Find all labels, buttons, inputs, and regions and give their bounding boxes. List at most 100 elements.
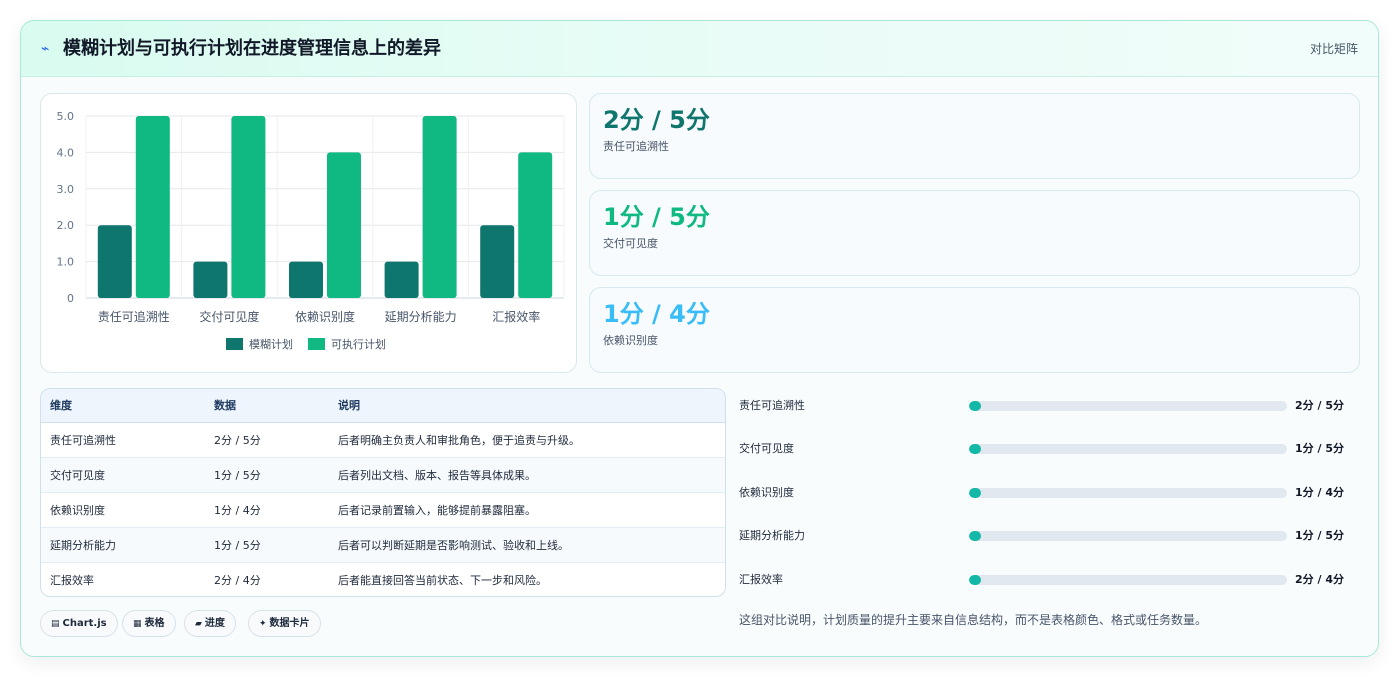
tag-table[interactable]: ▦ 表格: [122, 610, 176, 637]
table-header-row: 维度 数据 说明: [41, 389, 725, 423]
tag-label: 数据卡片: [269, 618, 310, 629]
table-cell: 1分 / 4分: [205, 492, 329, 528]
tag-label: 进度: [204, 618, 225, 629]
progress-label: 交付可见度: [739, 442, 794, 455]
comparison-table: 维度 数据 说明 责任可追溯性 2分 / 5分 后者明确主负责人和审批角色，便于…: [41, 389, 725, 596]
table-cell: 交付可见度: [41, 457, 205, 493]
bar-fuzzy: [97, 225, 132, 298]
y-tick-label: 4.0: [57, 146, 75, 159]
progress-fill: [969, 575, 981, 585]
stat-card-accountability: 2分 / 5分 责任可追溯性: [589, 93, 1360, 179]
table-cell: 后者列出文档、版本、报告等具体成果。: [329, 457, 725, 493]
tag-data-cards[interactable]: ✦ 数据卡片: [248, 610, 321, 637]
comparison-panel: ⌁ 模糊计划与可执行计划在进度管理信息上的差异 对比矩阵 0 1.0 2.0 3.0 4…: [20, 20, 1379, 657]
table-cell: 1分 / 5分: [205, 527, 329, 563]
stat-label: 依赖识别度: [603, 334, 658, 347]
bar-fuzzy: [384, 261, 419, 298]
progress-fill: [969, 444, 981, 454]
table-row: 依赖识别度 1分 / 4分 后者记录前置输入，能够提前暴露阻塞。: [41, 492, 725, 528]
summary-note: 这组对比说明，计划质量的提升主要来自信息结构，而不是表格颜色、格式或任务数量。: [739, 613, 1208, 627]
legend-label: 可执行计划: [331, 337, 386, 351]
table-cell: 1分 / 5分: [205, 457, 329, 493]
progress-track: [969, 401, 1287, 411]
table-row: 延期分析能力 1分 / 5分 后者可以判断延期是否影响测试、验收和上线。: [41, 527, 725, 563]
table-row: 汇报效率 2分 / 4分 后者能直接回答当前状态、下一步和风险。: [41, 562, 725, 596]
progress-value: 1分 / 5分: [1295, 529, 1344, 542]
stat-value: 1分 / 5分: [603, 203, 710, 231]
progress-row: 交付可见度 1分 / 5分: [739, 439, 1359, 459]
progress-label: 汇报效率: [739, 573, 783, 586]
progress-fill: [969, 401, 981, 411]
y-tick-label: 1.0: [57, 256, 75, 269]
x-tick-label: 责任可追溯性: [98, 309, 170, 324]
legend-label: 模糊计划: [249, 337, 293, 351]
table-cell: 依赖识别度: [41, 492, 205, 528]
progress-fill: [969, 488, 981, 498]
progress-track: [969, 531, 1287, 541]
table-cell: 后者可以判断延期是否影响测试、验收和上线。: [329, 527, 725, 563]
progress-value: 1分 / 5分: [1295, 442, 1344, 455]
x-tick-label: 延期分析能力: [385, 310, 457, 324]
stat-value: 1分 / 4分: [603, 300, 710, 328]
x-tick-label: 汇报效率: [492, 309, 540, 324]
progress-value: 1分 / 4分: [1295, 486, 1344, 499]
tag-chartjs[interactable]: ▤ Chart.js: [40, 610, 118, 637]
progress-row: 汇报效率 2分 / 4分: [739, 570, 1359, 590]
panel-header: ⌁ 模糊计划与可执行计划在进度管理信息上的差异 对比矩阵: [21, 21, 1378, 77]
x-tick-label: 依赖识别度: [295, 309, 355, 324]
progress-value: 2分 / 4分: [1295, 573, 1344, 586]
chart-icon: ▤: [51, 619, 60, 629]
progress-value: 2分 / 5分: [1295, 399, 1344, 412]
table-cell: 延期分析能力: [41, 527, 205, 563]
bar-executable: [231, 116, 266, 298]
bar-fuzzy: [480, 225, 515, 298]
column-header: 说明: [329, 389, 725, 423]
legend-swatch-executable: [308, 338, 325, 350]
table-icon: ▦: [133, 619, 142, 629]
y-tick-label: 0: [67, 292, 74, 305]
bar-executable: [327, 152, 361, 298]
column-header: 维度: [41, 389, 205, 423]
progress-track: [969, 575, 1287, 585]
matrix-link[interactable]: 对比矩阵: [1310, 40, 1358, 58]
tag-label: 表格: [144, 618, 165, 629]
bar-fuzzy: [289, 261, 323, 298]
y-tick-label: 2.0: [57, 219, 75, 232]
tag-progress[interactable]: ▰ 进度: [184, 610, 236, 637]
table-cell: 后者能直接回答当前状态、下一步和风险。: [338, 573, 547, 587]
page-title: 模糊计划与可执行计划在进度管理信息上的差异: [63, 38, 441, 59]
progress-track: [969, 444, 1287, 454]
stat-label: 责任可追溯性: [603, 140, 669, 153]
progress-icon: ▰: [195, 619, 202, 629]
table-cell: 后者记录前置输入，能够提前暴露阻塞。: [329, 492, 725, 528]
tag-label: Chart.js: [62, 618, 107, 629]
progress-fill: [969, 531, 981, 541]
table-row: 责任可追溯性 2分 / 5分 后者明确主负责人和审批角色，便于追责与升级。: [41, 422, 725, 458]
progress-row: 延期分析能力 1分 / 5分: [739, 526, 1359, 546]
lightning-icon: ⌁: [41, 41, 50, 57]
table-cell: 汇报效率: [50, 573, 94, 587]
stat-card-visibility: 1分 / 5分 交付可见度: [589, 190, 1360, 276]
sparkle-icon: ✦: [259, 619, 267, 629]
table-row: 交付可见度 1分 / 5分 后者列出文档、版本、报告等具体成果。: [41, 457, 725, 493]
stat-value: 2分 / 5分: [603, 106, 710, 134]
bar-executable: [518, 152, 553, 298]
table-cell: 2分 / 4分: [214, 573, 261, 587]
progress-label: 延期分析能力: [739, 529, 805, 542]
bar-fuzzy: [193, 261, 228, 298]
legend-swatch-fuzzy: [226, 338, 243, 350]
table-cell: 责任可追溯性: [41, 422, 205, 458]
bar-chart-card: 0 1.0 2.0 3.0 4.0 5.0 责任可追溯性 交付可见度 依赖识别度 延期分析能力 汇报…: [40, 93, 577, 373]
progress-track: [969, 488, 1287, 498]
stat-card-dependency: 1分 / 4分 依赖识别度: [589, 287, 1360, 373]
column-header: 数据: [205, 389, 329, 423]
x-tick-label: 交付可见度: [199, 309, 259, 324]
comparison-table-card: 维度 数据 说明 责任可追溯性 2分 / 5分 后者明确主负责人和审批角色，便于…: [40, 388, 726, 597]
table-cell: 2分 / 5分: [205, 422, 329, 458]
progress-label: 依赖识别度: [739, 486, 794, 499]
y-tick-label: 3.0: [57, 183, 75, 196]
table-cell: 后者明确主负责人和审批角色，便于追责与升级。: [329, 422, 725, 458]
progress-row: 依赖识别度 1分 / 4分: [739, 483, 1359, 503]
progress-row: 责任可追溯性 2分 / 5分: [739, 396, 1359, 416]
bar-chart: 0 1.0 2.0 3.0 4.0 5.0 责任可追溯性 交付可见度 依赖识别度 延期分析能力 汇报…: [57, 110, 565, 351]
